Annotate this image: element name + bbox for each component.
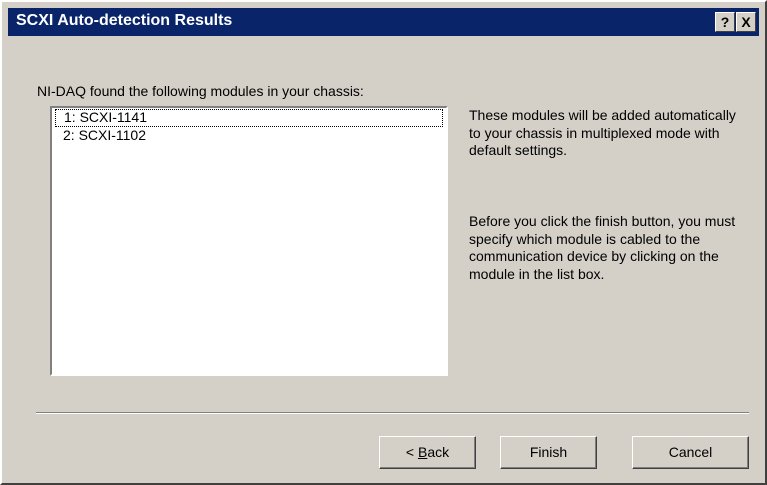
cancel-button[interactable]: Cancel: [632, 436, 749, 469]
finish-button[interactable]: Finish: [500, 436, 597, 469]
info-text-instructions: Before you click the finish button, you …: [469, 213, 736, 282]
list-item-module-1[interactable]: 1: SCXI-1141: [55, 109, 443, 127]
back-button-prefix: <: [405, 444, 418, 460]
back-button-mnemonic: B: [417, 444, 428, 460]
dialog-window: SCXI Auto-detection Results ? X NI-DAQ f…: [0, 0, 767, 485]
help-button[interactable]: ?: [715, 12, 735, 32]
window-title: SCXI Auto-detection Results: [16, 12, 233, 29]
close-icon: X: [741, 14, 751, 30]
back-button-rest: ack: [427, 444, 450, 460]
info-text-modules-added: These modules will be added automaticall…: [469, 107, 736, 158]
back-button[interactable]: < Back: [379, 436, 476, 469]
modules-listbox[interactable]: 1: SCXI-1141 2: SCXI-1102: [50, 106, 448, 376]
question-mark-icon: ?: [720, 14, 730, 30]
close-button[interactable]: X: [736, 12, 756, 32]
separator-line: [36, 412, 749, 414]
modules-found-label: NI-DAQ found the following modules in yo…: [37, 83, 364, 99]
list-item-module-2[interactable]: 2: SCXI-1102: [55, 127, 443, 145]
title-bar[interactable]: SCXI Auto-detection Results ? X: [8, 8, 759, 36]
